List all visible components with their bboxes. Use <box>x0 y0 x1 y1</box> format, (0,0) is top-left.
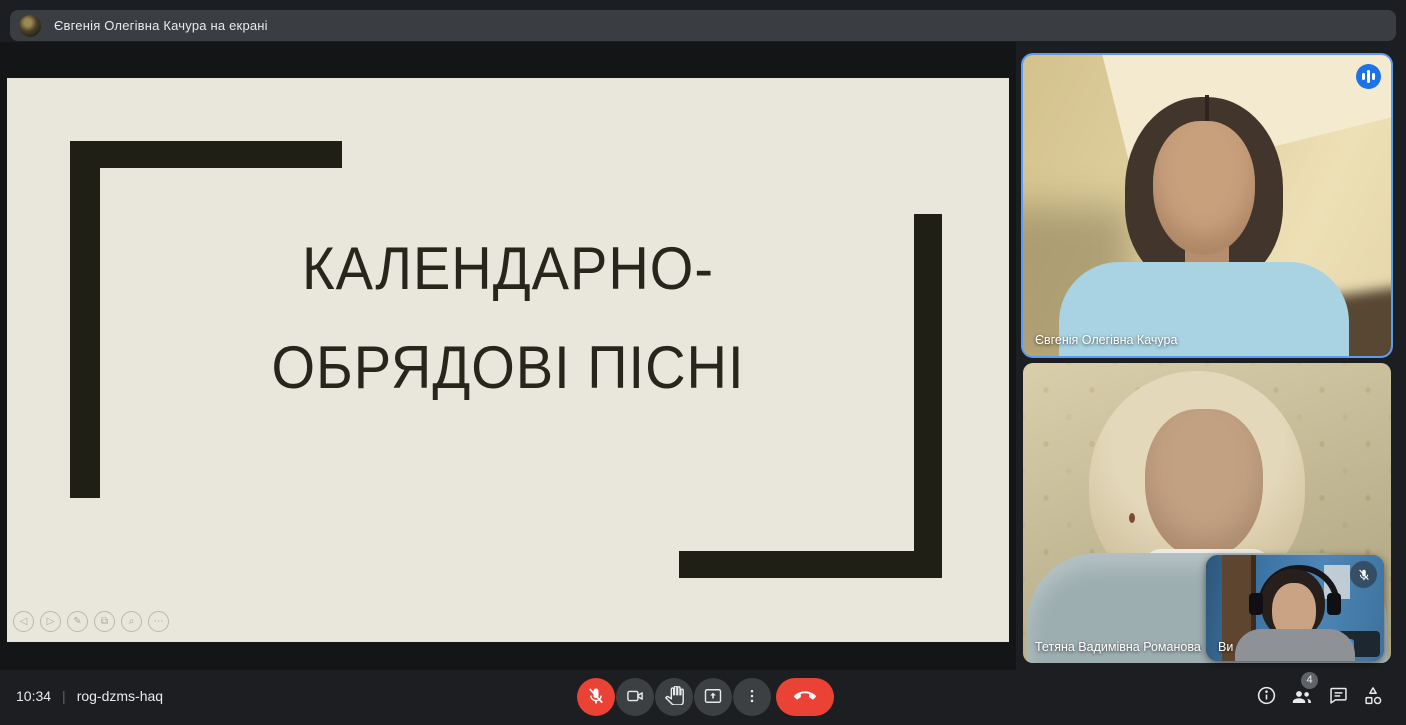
self-view-tile[interactable]: Ви <box>1206 555 1384 661</box>
slide-toolbar: ◁ ▷ ✎ ⧉ ⌕ ⋯ <box>13 611 169 632</box>
next-slide-icon: ▷ <box>40 611 61 632</box>
present-screen-icon <box>703 686 723 709</box>
self-label: Ви <box>1218 640 1233 654</box>
speaker-video-frame <box>1023 55 1391 356</box>
audio-activity-icon <box>1356 64 1381 89</box>
slide-title-line1: КАЛЕНДАРНО- <box>7 219 1009 318</box>
activities-icon <box>1362 685 1384 710</box>
meeting-window: Євгенія Олегівна Качура на екрані КАЛЕНД… <box>0 0 1406 725</box>
slide-title-line2: ОБРЯДОВІ ПІСНІ <box>7 318 1009 417</box>
self-mic-muted-icon <box>1350 561 1377 588</box>
camera-icon <box>625 686 645 709</box>
zoom-icon: ⌕ <box>121 611 142 632</box>
more-options-icon <box>743 687 761 708</box>
raise-hand-button[interactable] <box>655 678 693 716</box>
slide-bracket-topleft-h <box>70 141 342 168</box>
more-options-button[interactable] <box>733 678 771 716</box>
raise-hand-icon <box>665 686 684 708</box>
info-icon <box>1256 685 1277 709</box>
present-screen-button[interactable] <box>694 678 732 716</box>
activities-button[interactable] <box>1360 684 1386 710</box>
clock-time: 10:34 <box>16 688 51 704</box>
pen-icon: ✎ <box>67 611 88 632</box>
mic-off-icon <box>586 686 606 709</box>
end-call-button[interactable] <box>776 678 834 716</box>
mic-toggle-button[interactable] <box>577 678 615 716</box>
meeting-meta: 10:34 | rog-dzms-haq <box>16 688 163 704</box>
participant-name-label: Євгенія Олегівна Качура <box>1035 333 1177 347</box>
presenting-banner-text: Євгенія Олегівна Качура на екрані <box>54 18 268 33</box>
participant-name-label: Тетяна Вадимівна Романова <box>1035 640 1201 654</box>
presenter-avatar <box>19 15 41 37</box>
meeting-details-button[interactable] <box>1253 684 1279 710</box>
meta-divider: | <box>62 688 66 704</box>
chat-icon <box>1328 685 1349 709</box>
previous-slide-icon: ◁ <box>13 611 34 632</box>
meeting-code: rog-dzms-haq <box>77 688 163 704</box>
slide-title: КАЛЕНДАРНО- ОБРЯДОВІ ПІСНІ <box>7 219 1009 418</box>
chat-button[interactable] <box>1325 684 1351 710</box>
end-call-icon <box>794 685 816 710</box>
slide-bracket-bottomright-h <box>679 551 942 578</box>
video-tile-speaker[interactable]: Євгенія Олегівна Качура <box>1023 55 1391 356</box>
shared-slide: КАЛЕНДАРНО- ОБРЯДОВІ ПІСНІ ◁ ▷ ✎ ⧉ ⌕ ⋯ <box>7 78 1009 642</box>
more-icon: ⋯ <box>148 611 169 632</box>
camera-toggle-button[interactable] <box>616 678 654 716</box>
participants-count-badge: 4 <box>1301 672 1318 689</box>
presentation-region[interactable]: КАЛЕНДАРНО- ОБРЯДОВІ ПІСНІ ◁ ▷ ✎ ⧉ ⌕ ⋯ <box>0 42 1016 672</box>
slides-overview-icon: ⧉ <box>94 611 115 632</box>
presenting-banner: Євгенія Олегівна Качура на екрані <box>10 10 1396 41</box>
